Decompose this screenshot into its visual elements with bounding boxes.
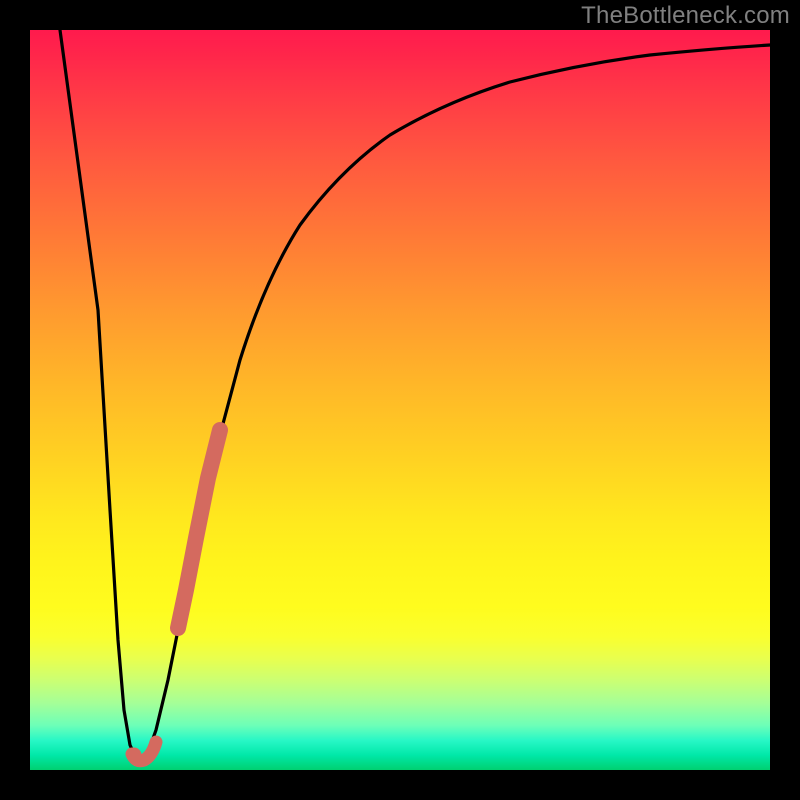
bottleneck-curve-svg bbox=[30, 30, 770, 770]
highlight-segment bbox=[178, 430, 220, 628]
watermark-text: TheBottleneck.com bbox=[581, 2, 790, 30]
bottleneck-curve bbox=[60, 30, 770, 761]
plot-area bbox=[30, 30, 770, 770]
min-marker-dot bbox=[127, 748, 142, 763]
chart-frame: TheBottleneck.com bbox=[0, 0, 800, 800]
